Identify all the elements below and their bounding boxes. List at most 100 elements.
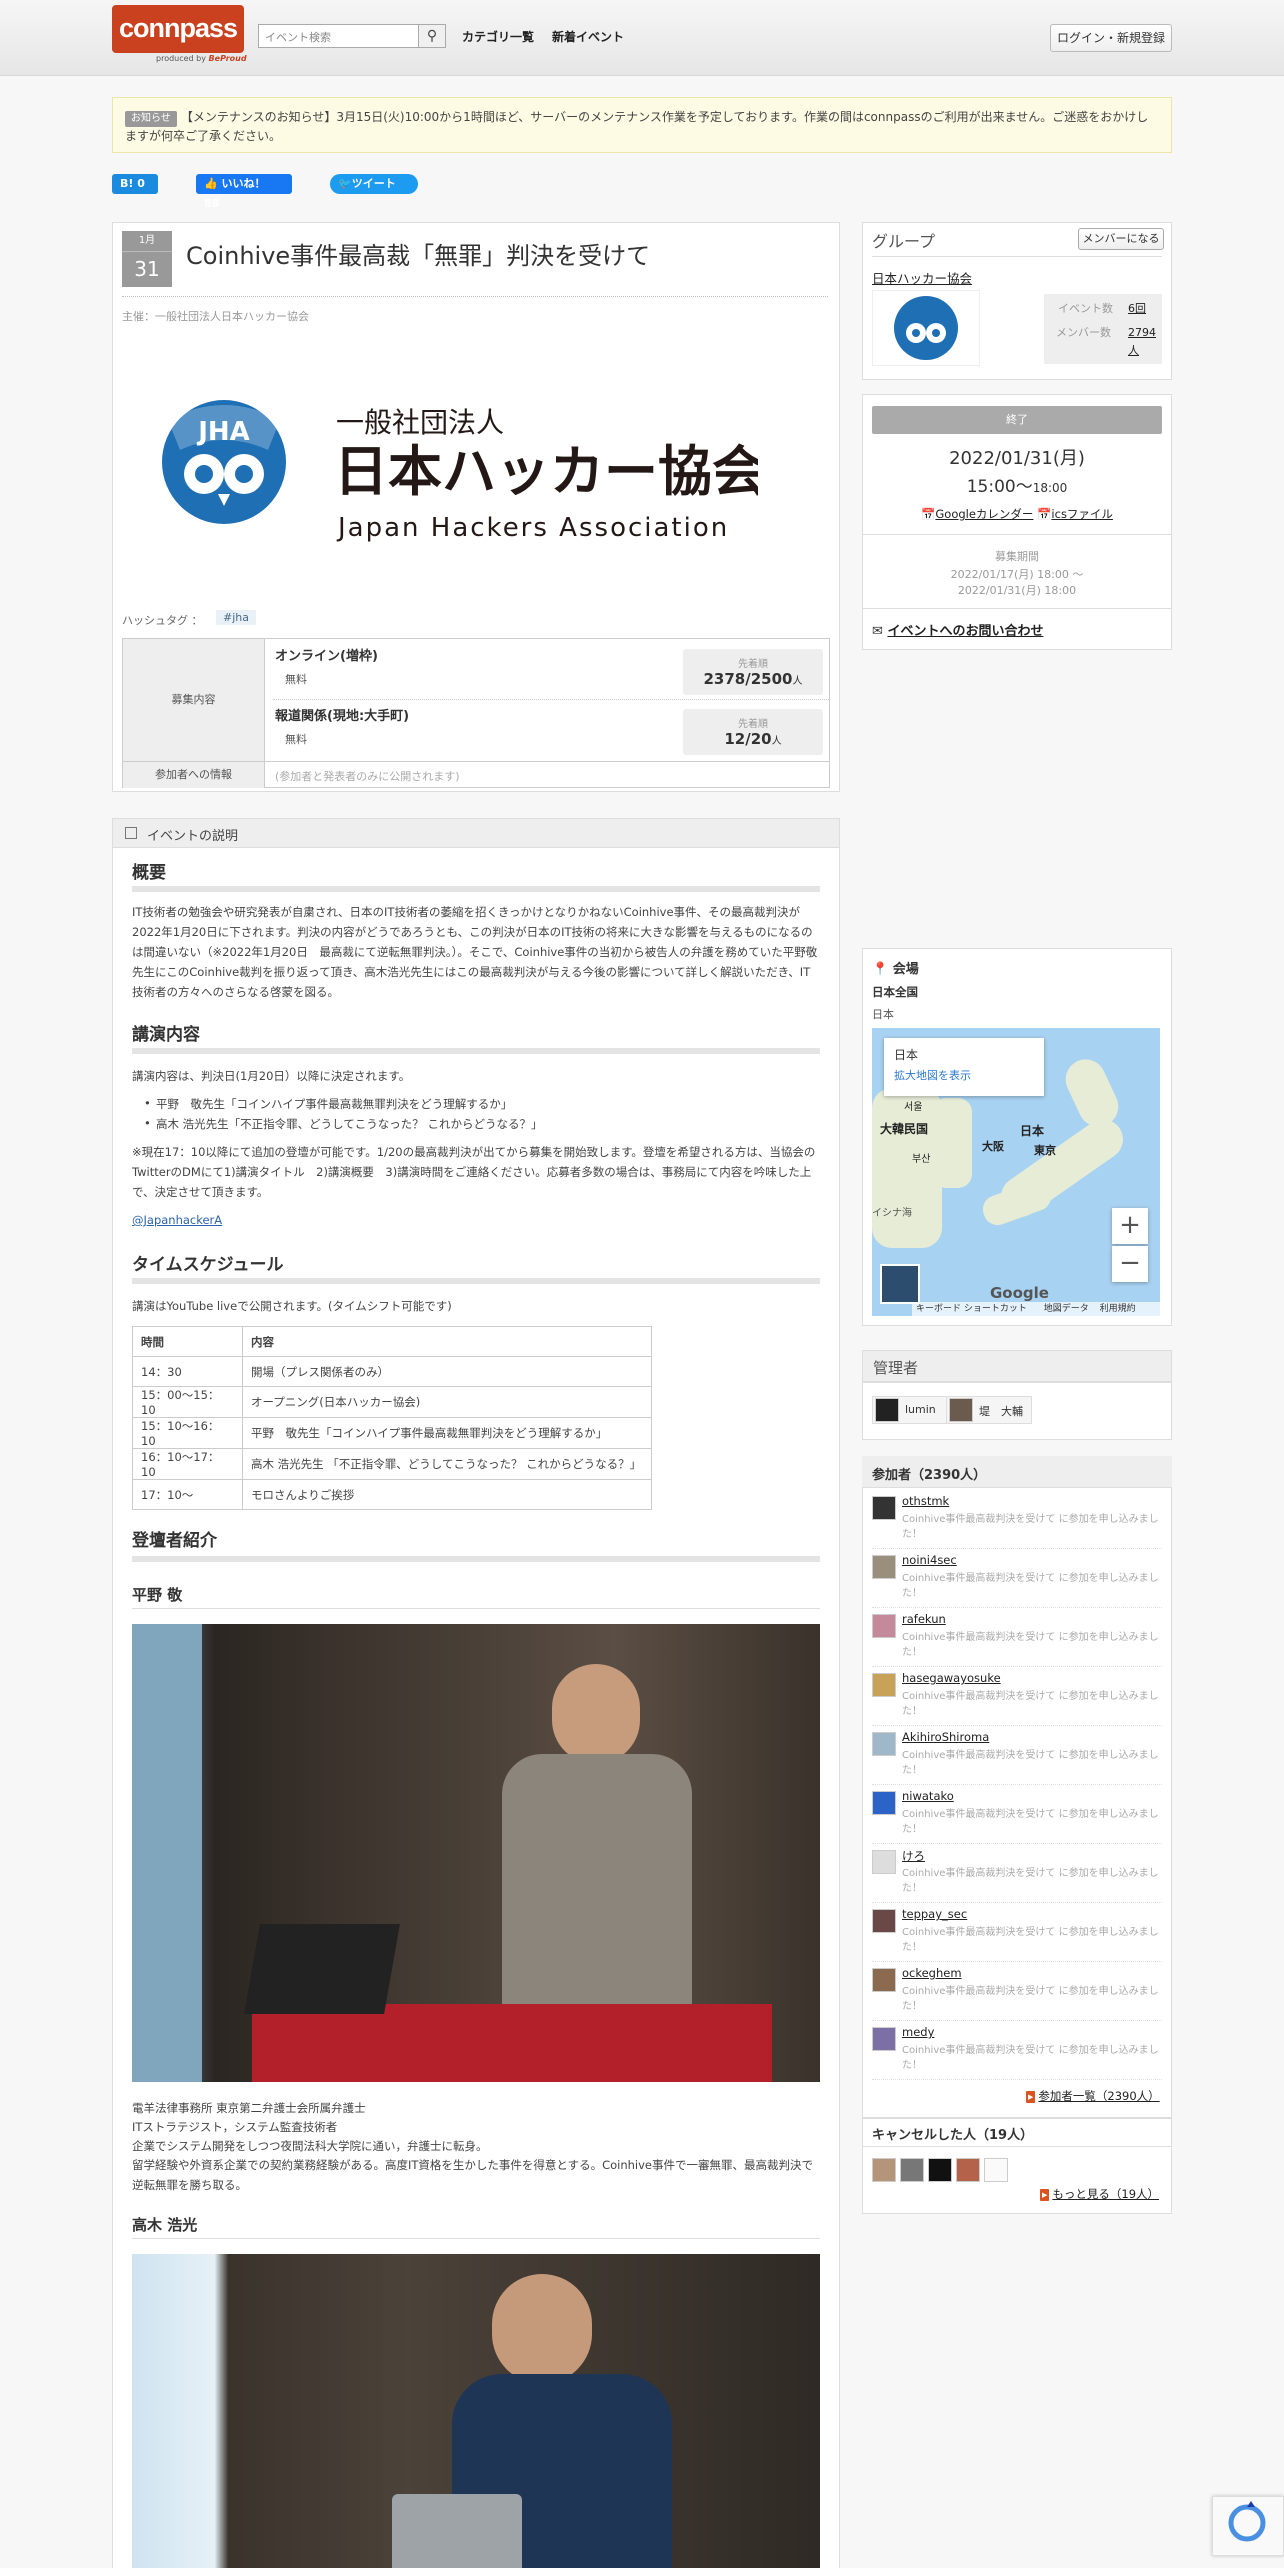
twitter-link[interactable]: @JapanhackerA [132, 1213, 222, 1227]
nav-new-events[interactable]: 新着イベント [552, 28, 624, 45]
participant-name-link[interactable]: hasegawayosuke [902, 1671, 1001, 1685]
facebook-like-button[interactable]: 👍 いいね！ 88 [196, 174, 292, 210]
hashtag-link[interactable]: #jha [216, 610, 256, 625]
avatar[interactable] [872, 1791, 896, 1815]
search-button[interactable]: ⚲ [418, 24, 446, 48]
divider [122, 296, 828, 297]
events-count-link[interactable]: 6回 [1128, 300, 1146, 316]
participant-name-link[interactable]: けろ [902, 1848, 925, 1864]
section-bar [132, 1278, 820, 1284]
participants-more-link[interactable]: 参加者一覧（2390人） [1026, 2088, 1159, 2104]
avatar[interactable] [872, 1732, 896, 1756]
event-time: 15:00～18:00 [966, 477, 1068, 497]
tweet-button[interactable]: 🐦ツイート [330, 174, 418, 194]
avatar[interactable] [872, 1909, 896, 1933]
group-logo[interactable] [872, 290, 980, 366]
description-header: イベントの説明 [112, 818, 840, 848]
schedule-table: 時間 内容 14：30 開場（プレス関係者のみ） 15：00～15：10 オープニン… [132, 1326, 652, 1510]
participant-name-link[interactable]: teppay_sec [902, 1907, 967, 1921]
avatar[interactable] [872, 1555, 896, 1579]
map-data-link[interactable]: 地図データ [1044, 1304, 1089, 1314]
table-row: 15：10～16：10 平野 敬先生「コインハイプ事件最高裁無罪判決をどう理解する… [132, 1417, 652, 1449]
participant-name-link[interactable]: niwatako [902, 1789, 954, 1803]
table-row: 15：00～15：10 オープニング(日本ハッカー協会) [132, 1386, 652, 1418]
recruit-head: 募集内容 [123, 639, 265, 761]
participant-name-link[interactable]: medy [902, 2025, 934, 2039]
participant-message: Coinhive事件最高裁判決を受けて に参加を申し込みました！ [902, 1632, 1159, 1658]
participant-message: Coinhive事件最高裁判決を受けて に参加を申し込みました！ [902, 2045, 1159, 2071]
section-title-speakers: 登壇者紹介 [132, 1531, 217, 1551]
participant-name-link[interactable]: ockeghem [902, 1966, 962, 1980]
satellite-toggle[interactable] [880, 1264, 920, 1304]
venue-title: 📍 会場 [872, 962, 919, 977]
ticket-name: オンライン(増枠) [275, 649, 378, 664]
terms-link[interactable]: 利用規約 [1100, 1304, 1136, 1314]
avatar[interactable] [872, 2158, 896, 2182]
avatar[interactable] [900, 2158, 924, 2182]
login-signup-button[interactable]: ログイン・新規登録 [1050, 24, 1172, 52]
table-row: 17：10～ モロさんよりご挨拶 [132, 1479, 652, 1510]
participant-name-link[interactable]: noini4sec [902, 1553, 957, 1567]
google-calendar-link[interactable]: Googleカレンダー [935, 507, 1033, 521]
table-row: 14：30 開場（プレス関係者のみ） [132, 1356, 652, 1387]
admin-chip[interactable]: 堤 大輔 [946, 1396, 1032, 1424]
schedule-intro: 講演はYouTube liveで公開されます。(タイムシフト可能です) [132, 1299, 452, 1313]
participants-header: 参加者（2390人） [862, 1456, 1172, 1488]
google-logo: Google [990, 1284, 1049, 1302]
avatar[interactable] [984, 2158, 1008, 2182]
group-name-link[interactable]: 日本ハッカー協会 [872, 268, 972, 287]
ics-file-link[interactable]: icsファイル [1051, 507, 1113, 521]
table-header-row: 時間 内容 [132, 1326, 652, 1357]
overview-text: IT技術者の勉強会や研究発表が自粛され、日本のIT技術者の萎縮を招くきっかけとな… [132, 905, 818, 999]
venue-name: 日本全国 [872, 985, 918, 999]
zoom-in-button[interactable]: + [1112, 1208, 1148, 1244]
avatar[interactable] [872, 1614, 896, 1638]
divider [872, 1902, 1162, 1903]
ticket-count: 先着順 2378/2500人 [683, 649, 823, 695]
connpass-logo[interactable]: connpass [112, 5, 244, 53]
cancelled-more-link[interactable]: もっと見る（19人） [1040, 2186, 1159, 2202]
avatar[interactable] [872, 1968, 896, 1992]
avatar[interactable] [956, 2158, 980, 2182]
ticket-fee: 無料 [285, 673, 307, 686]
info-head: 参加者への情報 [123, 762, 265, 788]
nav-category-list[interactable]: カテゴリ一覧 [462, 28, 534, 45]
hashtag-label: ハッシュタグ ： [122, 614, 203, 627]
jha-logo-image: JHA 一般社団法人 日本ハッカー協会 Japan Hackers Associ… [148, 390, 766, 550]
keyboard-shortcut-link[interactable]: キーボード ショートカット [916, 1304, 1027, 1314]
participant-name-link[interactable]: othstmk [902, 1494, 949, 1508]
event-title: Coinhive事件最高裁「無罪」判決を受けて [186, 242, 651, 270]
participant-message: Coinhive事件最高裁判決を受けて に参加を申し込みました！ [902, 1750, 1159, 1776]
avatar[interactable] [928, 2158, 952, 2182]
avatar [949, 1398, 973, 1422]
zoom-out-button[interactable]: − [1112, 1246, 1148, 1282]
avatar[interactable] [872, 1673, 896, 1697]
recaptcha-badge[interactable] [1212, 2496, 1284, 2556]
section-title-talks: 講演内容 [132, 1025, 200, 1045]
participant-name-link[interactable]: rafekun [902, 1612, 946, 1626]
larger-map-link[interactable]: 拡大地図を表示 [894, 1067, 1034, 1083]
admin-chip[interactable]: lumin [872, 1396, 948, 1424]
divider [872, 1843, 1162, 1844]
join-group-button[interactable]: メンバーになる [1078, 228, 1164, 250]
divider [872, 2020, 1162, 2021]
divider [872, 1784, 1162, 1785]
contact-link[interactable]: イベントへのお問い合わせ [887, 624, 1043, 639]
avatar[interactable] [872, 1850, 896, 1874]
map-land [1059, 1052, 1125, 1134]
section-bar [132, 886, 820, 892]
info-value: (参加者と発表者のみに公開されます) [275, 770, 460, 783]
svg-text:日本ハッカー協会: 日本ハッカー協会 [334, 440, 758, 503]
avatar[interactable] [872, 1496, 896, 1520]
speaker-name: 高木 浩光 [132, 2216, 198, 2234]
members-count-link[interactable]: 2794人 [1128, 324, 1160, 360]
venue-map[interactable]: 日本 拡大地図を表示 서울 大韓民国 부산 日本 大阪 東京 イシナ海 + − … [872, 1028, 1160, 1316]
period-label: 募集期間 [995, 550, 1039, 563]
hatena-bookmark-button[interactable]: B! 0 [112, 174, 158, 194]
members-label: メンバー数 [1056, 326, 1111, 339]
talk-item: 高木 浩光先生「不正指令罪、どうしてこうなった？ これからどうなる？」 [144, 1116, 542, 1132]
divider [132, 1608, 820, 1609]
participant-message: Coinhive事件最高裁判決を受けて に参加を申し込みました！ [902, 1927, 1159, 1953]
participant-name-link[interactable]: AkihiroShiroma [902, 1730, 989, 1744]
avatar[interactable] [872, 2027, 896, 2051]
